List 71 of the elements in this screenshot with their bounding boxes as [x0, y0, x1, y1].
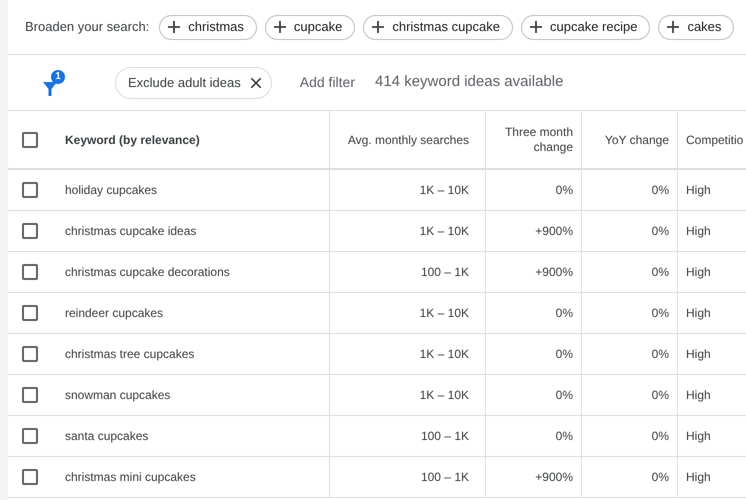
table-cell-text: High	[686, 428, 711, 445]
table-cell-text: High	[686, 305, 711, 322]
checkbox[interactable]	[22, 428, 38, 444]
table-cell-text: High	[686, 264, 711, 281]
table-cell-text: 100 – 1K	[420, 264, 469, 281]
table-cell-text: 0%	[652, 223, 669, 240]
table-cell-text: snowman cupcakes	[65, 387, 170, 404]
table-cell-text: reindeer cupcakes	[65, 305, 164, 322]
plus-icon	[372, 21, 384, 33]
table-cell-text: 100 – 1K	[420, 428, 469, 445]
checkbox[interactable]	[22, 264, 38, 280]
add-filter-button[interactable]: Add filter	[300, 72, 355, 93]
table-cell-text: holiday cupcakes	[65, 182, 158, 199]
checkbox[interactable]	[22, 305, 38, 321]
table-cell-text: 0%	[556, 346, 573, 363]
table-cell-text: 1K – 10K	[420, 223, 469, 240]
suggestion-chip[interactable]: cupcake recipe	[521, 14, 650, 40]
plus-icon	[274, 21, 286, 33]
table-cell-text: 0%	[652, 469, 669, 486]
checkbox[interactable]	[22, 182, 38, 198]
suggestion-chip[interactable]: christmas cupcake	[363, 14, 513, 40]
table-cell-text: High	[686, 223, 711, 240]
table-cell-text: 0%	[556, 182, 573, 199]
table-cell-text: 0%	[652, 182, 669, 199]
table-cell-text: High	[686, 346, 711, 363]
suggestion-chip[interactable]: cakes	[658, 14, 734, 40]
close-icon	[250, 78, 261, 88]
table-cell-text: 1K – 10K	[420, 182, 469, 199]
table-cell-text: 1K – 10K	[420, 346, 469, 363]
plus-icon	[168, 21, 180, 33]
table-cell-text: 0%	[652, 387, 669, 404]
checkbox[interactable]	[22, 132, 38, 148]
table-cell-text: High	[686, 387, 711, 404]
table-cell-text: 0%	[652, 428, 669, 445]
checkbox[interactable]	[22, 387, 38, 403]
checkbox[interactable]	[22, 223, 38, 239]
table-cell-text: 0%	[556, 305, 573, 322]
column-header[interactable]: Avg. monthly searches	[348, 130, 469, 148]
keyword-count: 414 keyword ideas available	[375, 72, 564, 92]
table-cell-text: +900%	[535, 223, 573, 240]
table-cell-text: 100 – 1K	[420, 469, 469, 486]
table-cell-text: High	[686, 182, 711, 199]
table-cell-text: High	[686, 469, 711, 486]
table-cell-text: santa cupcakes	[65, 428, 148, 445]
plus-icon	[667, 21, 680, 33]
column-header[interactable]: YoY change	[604, 130, 669, 148]
table-cell-text: 0%	[652, 305, 669, 322]
checkbox[interactable]	[22, 469, 38, 485]
suggestion-chip[interactable]: cupcake	[264, 14, 356, 40]
table-cell-text: 1K – 10K	[420, 305, 469, 322]
table-cell-text: christmas tree cupcakes	[65, 346, 194, 363]
column-header[interactable]: Competitio	[686, 130, 744, 148]
filter-count-badge: 1	[51, 70, 65, 84]
table-cell-text: +900%	[535, 264, 573, 281]
table-cell-text: 0%	[556, 428, 573, 445]
broaden-label: Broaden your search:	[25, 18, 150, 36]
plus-icon	[530, 21, 542, 33]
table-cell-text: christmas mini cupcakes	[65, 469, 196, 486]
filter-icon	[43, 82, 57, 96]
column-header[interactable]: Keyword (by relevance)	[65, 130, 200, 148]
table-cell-text: 0%	[652, 264, 669, 281]
filter-chip[interactable]: Exclude adult ideas	[115, 66, 272, 98]
table-cell-text: 1K – 10K	[420, 387, 469, 404]
table-cell-text: christmas cupcake decorations	[65, 264, 230, 281]
suggestion-chip[interactable]: christmas	[159, 14, 257, 40]
column-header[interactable]: Three month change	[493, 124, 573, 154]
table-cell-text: christmas cupcake ideas	[65, 223, 196, 240]
checkbox[interactable]	[22, 346, 38, 362]
table-cell-text: 0%	[652, 346, 669, 363]
table-cell-text: 0%	[556, 387, 573, 404]
table-cell-text: +900%	[535, 469, 573, 486]
